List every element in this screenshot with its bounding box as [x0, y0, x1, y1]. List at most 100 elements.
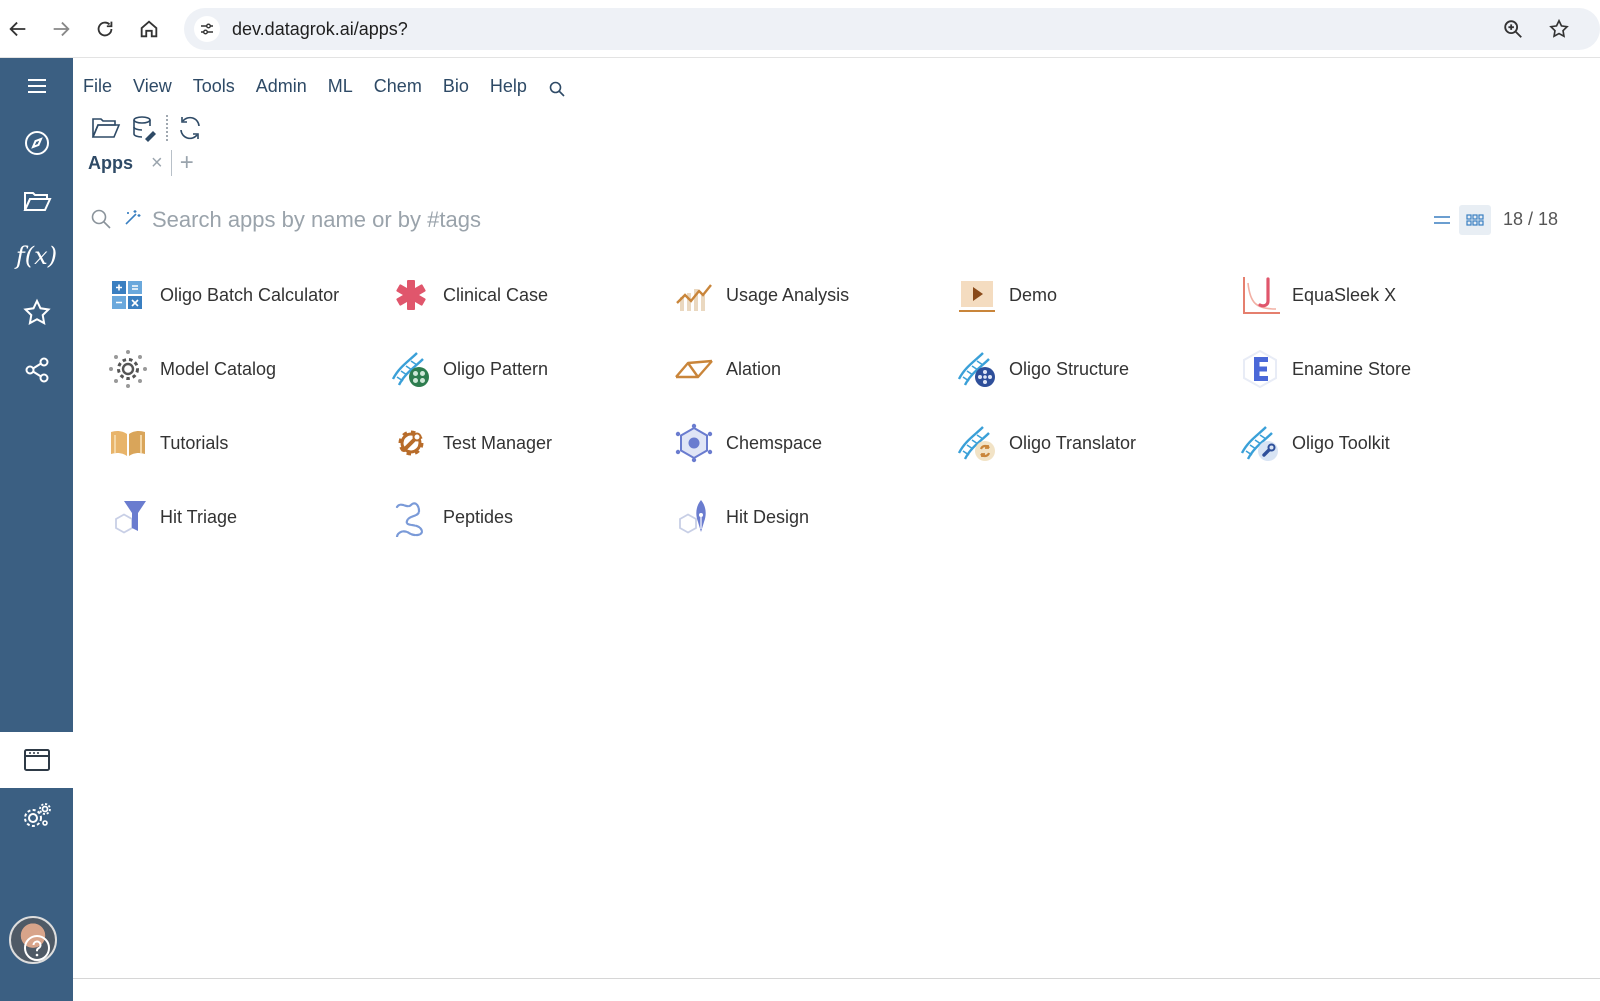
app-oligo-toolkit[interactable]: Oligo Toolkit	[1239, 420, 1390, 466]
app-label: Enamine Store	[1292, 358, 1412, 379]
menu-bio[interactable]: Bio	[443, 76, 469, 97]
app-label: Tutorials	[160, 432, 229, 453]
app-oligo-translator[interactable]: Oligo Translator	[956, 420, 1136, 466]
magic-wand-icon[interactable]	[123, 209, 141, 227]
sidebar-item-browse[interactable]	[0, 115, 73, 171]
status-bar-divider	[73, 978, 1600, 979]
pen-nib-icon	[679, 500, 706, 534]
app-label: Hit Triage	[160, 506, 238, 527]
database-button[interactable]	[128, 112, 160, 144]
folder-open-icon	[22, 192, 52, 211]
app-hit-design[interactable]: Hit Design	[673, 494, 809, 540]
app-chemspace[interactable]: Chemspace	[673, 420, 822, 466]
app-peptides[interactable]: Peptides	[390, 494, 513, 540]
star-icon	[22, 298, 51, 325]
home-icon	[140, 20, 158, 38]
search-input[interactable]	[152, 205, 852, 235]
bookmark-star-icon[interactable]	[1548, 18, 1570, 40]
forward-button[interactable]	[46, 14, 76, 44]
refresh-button[interactable]	[174, 112, 206, 144]
compass-icon	[24, 131, 49, 155]
open-folder-button[interactable]	[90, 112, 122, 144]
app-label: Clinical Case	[443, 284, 549, 305]
sidebar-item-functions[interactable]: f(x)	[0, 228, 73, 284]
app-hit-triage[interactable]: Hit Triage	[107, 494, 237, 540]
list-icon	[1434, 216, 1450, 224]
main-menu: File View Tools Admin ML Chem Bio Help	[73, 58, 566, 114]
left-sidebar: f(x)	[0, 58, 73, 1001]
app-label: Demo	[1009, 284, 1058, 305]
menu-chem[interactable]: Chem	[374, 76, 422, 97]
list-view-button[interactable]	[1430, 208, 1454, 232]
app-oligo-structure[interactable]: Oligo Structure	[956, 346, 1129, 392]
menu-ml[interactable]: ML	[328, 76, 353, 97]
app-enamine-store[interactable]: Enamine Store	[1239, 346, 1411, 392]
asterisk-icon	[396, 280, 426, 310]
sidebar-item-help[interactable]	[0, 920, 73, 976]
app-oligo-pattern[interactable]: Oligo Pattern	[390, 346, 548, 392]
arrow-left-icon	[9, 21, 26, 37]
sidebar-item-files[interactable]	[0, 172, 73, 228]
app-label: Chemspace	[726, 432, 823, 453]
app-test-manager[interactable]: Test Manager	[390, 420, 552, 466]
arrow-right-icon	[53, 21, 70, 37]
app-label: Oligo Pattern	[443, 358, 549, 379]
menu-search-icon[interactable]	[548, 80, 566, 98]
sidebar-item-apps[interactable]	[0, 732, 73, 788]
grid-icon	[1466, 214, 1484, 226]
dna-pattern-icon	[391, 352, 429, 387]
tab-apps[interactable]: Apps	[88, 153, 133, 174]
app-label: Oligo Batch Calculator	[160, 284, 340, 305]
gear-dots-icon	[109, 350, 147, 388]
sidebar-item-favorites[interactable]	[0, 285, 73, 341]
app-oligo-batch-calculator[interactable]: Oligo Batch Calculator	[107, 272, 339, 318]
zoom-icon[interactable]	[1502, 18, 1524, 40]
dna-translator-icon	[957, 426, 995, 461]
home-button[interactable]	[134, 14, 164, 44]
function-icon: f(x)	[15, 242, 58, 270]
app-equasleek-x[interactable]: EquaSleek X	[1239, 272, 1396, 318]
reload-icon	[97, 21, 113, 37]
dna-structure-icon	[957, 352, 995, 387]
share-icon	[25, 357, 48, 383]
app-label: Test Manager	[443, 432, 553, 453]
menu-admin[interactable]: Admin	[256, 76, 307, 97]
menu-help[interactable]: Help	[490, 76, 527, 97]
app-demo[interactable]: Demo	[956, 272, 1057, 318]
search-icon	[91, 209, 111, 229]
toolbar-separator	[166, 115, 168, 141]
app-label: Usage Analysis	[726, 284, 850, 305]
gears-icon	[23, 803, 51, 827]
menu-tools[interactable]: Tools	[193, 76, 235, 97]
reload-button[interactable]	[90, 14, 120, 44]
folder-open-icon	[91, 118, 121, 138]
menu-file[interactable]: File	[83, 76, 112, 97]
app-usage-analysis[interactable]: Usage Analysis	[673, 272, 849, 318]
sidebar-item-share[interactable]	[0, 342, 73, 398]
address-bar[interactable]: dev.datagrok.ai/apps?	[184, 8, 1600, 50]
app-label: Peptides	[443, 506, 514, 527]
search-row: 18 / 18	[90, 205, 1570, 235]
book-icon	[111, 430, 145, 456]
refresh-icon	[180, 116, 200, 140]
app-model-catalog[interactable]: Model Catalog	[107, 346, 276, 392]
tab-add-button[interactable]: +	[180, 151, 194, 175]
app-clinical-case[interactable]: Clinical Case	[390, 272, 548, 318]
url-text[interactable]: dev.datagrok.ai/apps?	[232, 19, 408, 40]
app-tutorials[interactable]: Tutorials	[107, 420, 228, 466]
hamburger-menu-button[interactable]	[0, 58, 73, 114]
grid-view-button[interactable]	[1459, 205, 1491, 235]
site-info-icon[interactable]	[194, 16, 220, 42]
app-alation[interactable]: Alation	[673, 346, 781, 392]
view-tabs: Apps × +	[88, 150, 194, 176]
back-button[interactable]	[3, 14, 33, 44]
alation-icon	[675, 359, 713, 379]
app-label: Oligo Translator	[1009, 432, 1137, 453]
app-label: Hit Design	[726, 506, 810, 527]
usage-chart-icon	[676, 284, 712, 311]
menu-view[interactable]: View	[133, 76, 172, 97]
tab-close-button[interactable]: ×	[151, 152, 163, 175]
app-label: Oligo Toolkit	[1292, 432, 1390, 453]
sidebar-item-settings[interactable]	[0, 788, 73, 844]
enamine-icon	[1243, 349, 1277, 389]
